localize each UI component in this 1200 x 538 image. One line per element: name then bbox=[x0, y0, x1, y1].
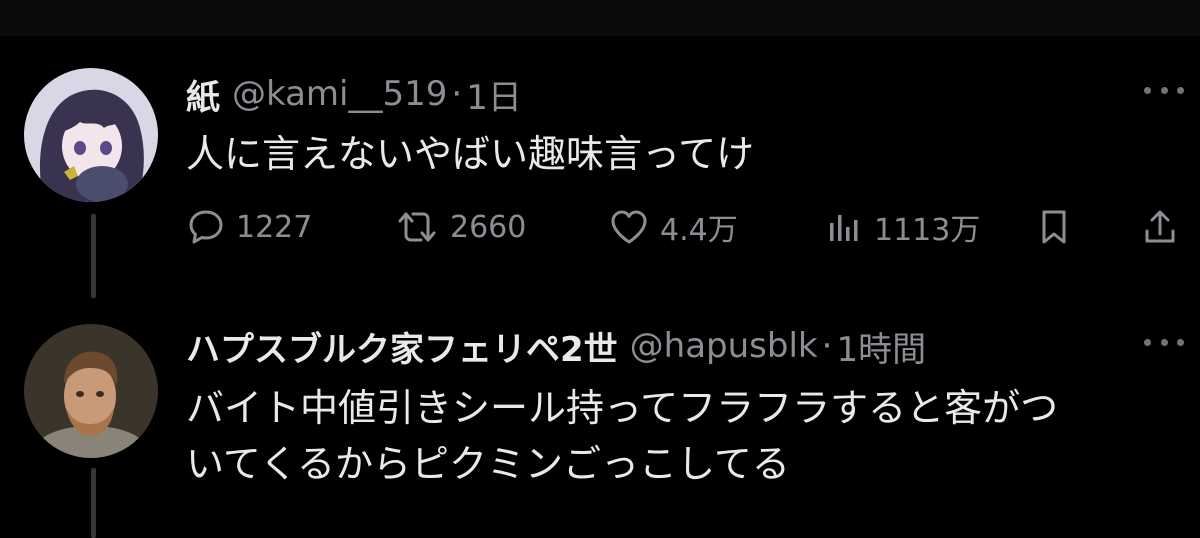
like-button[interactable]: 4.4万 bbox=[608, 202, 738, 252]
share-button[interactable] bbox=[1140, 202, 1180, 252]
tweet-text-line: 人に言えないやばい趣味言ってけ bbox=[186, 132, 755, 176]
share-upload-icon bbox=[1145, 210, 1175, 243]
tweet[interactable]: ハプスブルク家フェリペ2世 @hapusblk · 1時間 バイト中値引きシール… bbox=[0, 298, 1200, 538]
user-handle[interactable]: @hapusblk bbox=[630, 326, 818, 366]
tweet[interactable]: 紙 @kami__519 · 1日 人に言えないやばい趣味言ってけ 1227 2… bbox=[0, 36, 1200, 298]
user-handle[interactable]: @kami__519 bbox=[232, 74, 447, 114]
thread-line bbox=[91, 468, 96, 538]
tweet-text: バイト中値引きシール持ってフラフラすると客がつ いてくるからピクミンごっこしてる bbox=[186, 380, 1176, 492]
avatar[interactable] bbox=[24, 324, 158, 458]
display-name[interactable]: ハプスブルク家フェリペ2世 bbox=[186, 322, 618, 371]
timestamp[interactable]: 1時間 bbox=[836, 322, 926, 371]
display-name[interactable]: 紙 bbox=[186, 70, 220, 119]
portrait-avatar-image bbox=[24, 324, 158, 458]
retweet-button[interactable]: 2660 bbox=[394, 202, 526, 252]
thread-line bbox=[91, 214, 96, 298]
bar-chart-icon bbox=[830, 215, 858, 241]
views-count: 1113万 bbox=[874, 213, 981, 248]
more-options-icon[interactable] bbox=[1144, 80, 1184, 100]
timestamp[interactable]: 1日 bbox=[466, 70, 522, 119]
heart-icon bbox=[611, 210, 647, 244]
speech-bubble-icon bbox=[189, 210, 223, 244]
retweet-count: 2660 bbox=[450, 209, 527, 245]
like-count: 4.4万 bbox=[660, 213, 738, 248]
separator-dot: · bbox=[821, 326, 833, 366]
tweet-header: ハプスブルク家フェリペ2世 @hapusblk · 1時間 bbox=[186, 322, 926, 371]
separator-dot: · bbox=[451, 74, 463, 114]
tweet-text-line: いてくるからピクミンごっこしてる bbox=[186, 442, 790, 486]
action-bar: 1227 2660 4.4万 1113万 bbox=[186, 202, 1186, 252]
retweet-arrows-icon bbox=[398, 212, 436, 242]
more-options-icon[interactable] bbox=[1144, 332, 1184, 352]
avatar[interactable] bbox=[24, 68, 158, 202]
bookmark-button[interactable] bbox=[1034, 202, 1074, 252]
tweet-header: 紙 @kami__519 · 1日 bbox=[186, 70, 522, 119]
reply-button[interactable]: 1227 bbox=[186, 202, 312, 252]
tweet-text: 人に言えないやばい趣味言ってけ bbox=[186, 126, 1176, 182]
tweet-text-line: バイト中値引きシール持ってフラフラすると客がつ bbox=[186, 386, 1059, 430]
views-button[interactable]: 1113万 bbox=[824, 202, 980, 252]
top-bar bbox=[0, 0, 1200, 36]
anime-girl-avatar-image bbox=[24, 68, 158, 202]
reply-count: 1227 bbox=[236, 209, 313, 245]
bookmark-icon bbox=[1042, 210, 1066, 244]
